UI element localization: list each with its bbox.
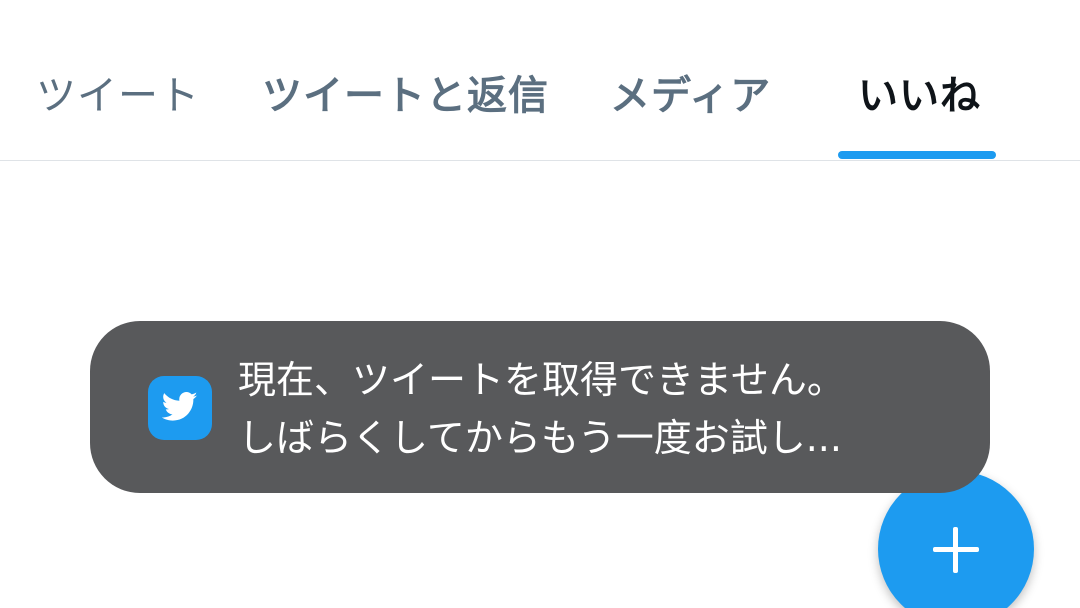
tab-tweets[interactable]: ツイート	[36, 68, 200, 124]
active-tab-indicator	[838, 151, 996, 159]
tab-tweets-and-replies[interactable]: ツイートと返信	[262, 68, 549, 124]
toast-message: 現在、ツイートを取得できません。 しばらくしてからもう一度お試し...	[238, 351, 958, 467]
error-toast: 現在、ツイートを取得できません。 しばらくしてからもう一度お試し...	[90, 321, 990, 493]
twitter-bird-glyph	[162, 391, 198, 421]
profile-tab-bar: ツイート ツイートと返信 メディア いいね	[0, 0, 1080, 161]
tab-likes[interactable]: いいね	[858, 68, 981, 124]
tab-media[interactable]: メディア	[610, 68, 771, 124]
toast-message-line-1: 現在、ツイートを取得できません。	[238, 358, 845, 402]
twitter-bird-icon	[148, 376, 212, 440]
plus-icon-vertical-stroke	[953, 527, 958, 573]
profile-screen: ツイート ツイートと返信 メディア いいね 現在、ツイートを取得できません。 し…	[0, 0, 1080, 608]
toast-message-line-2: しばらくしてからもう一度お試し...	[238, 416, 842, 460]
